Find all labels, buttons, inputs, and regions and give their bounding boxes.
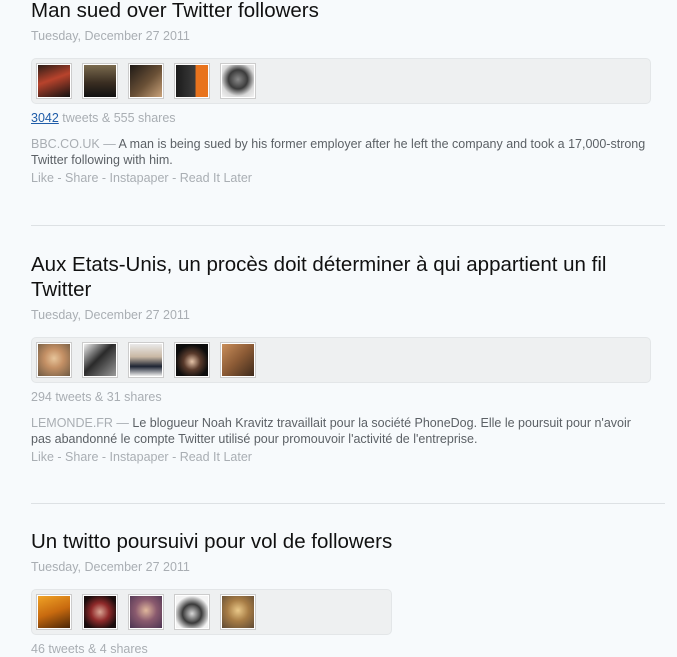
sharer-avatar[interactable]	[174, 594, 210, 630]
share-link[interactable]: Share	[65, 171, 98, 185]
story-headline[interactable]: Man sued over Twitter followers	[31, 0, 651, 23]
story-summary: BBC.CO.UK — A man is being sued by his f…	[31, 136, 651, 168]
story-3: Un twitto poursuivi pour vol de follower…	[31, 529, 393, 657]
sharer-avatar[interactable]	[82, 594, 118, 630]
source-dash: —	[99, 137, 119, 151]
separator: -	[98, 171, 110, 185]
story-actions: Like - Share - Instapaper - Read It Late…	[31, 170, 651, 186]
sharer-avatar[interactable]	[36, 63, 72, 99]
sharers-avatar-strip	[31, 589, 393, 635]
separator: -	[53, 171, 66, 185]
sharer-avatar[interactable]	[82, 342, 118, 378]
separator: -	[168, 171, 180, 185]
share-stats: 46 tweets & 4 shares	[31, 642, 148, 656]
story-source: BBC.CO.UK	[31, 137, 100, 151]
share-link[interactable]: Share	[65, 450, 98, 464]
sharer-avatar[interactable]	[36, 342, 72, 378]
sharer-avatar[interactable]	[128, 594, 164, 630]
source-dash: —	[112, 416, 133, 430]
story-date: Tuesday, December 27 2011	[31, 308, 190, 322]
summary-text: A man is being sued by his former employ…	[31, 137, 646, 167]
sharer-avatar[interactable]	[220, 63, 256, 99]
tweets-shares-text: tweets & 555 shares	[58, 111, 176, 125]
sharer-avatar[interactable]	[220, 342, 256, 378]
story-actions: Like - Share - Instapaper - Read It Late…	[31, 449, 651, 465]
story-divider	[31, 503, 665, 504]
sharer-avatar[interactable]	[82, 63, 118, 99]
read-it-later-link[interactable]: Read It Later	[180, 450, 252, 464]
sharer-avatar[interactable]	[128, 342, 164, 378]
story-headline[interactable]: Un twitto poursuivi pour vol de follower…	[31, 529, 392, 554]
sharer-avatar[interactable]	[174, 63, 210, 99]
sharer-avatar[interactable]	[128, 63, 164, 99]
instapaper-link[interactable]: Instapaper	[110, 171, 169, 185]
story-date: Tuesday, December 27 2011	[31, 29, 190, 43]
story-summary: LEMONDE.FR — Le blogueur Noah Kravitz tr…	[31, 415, 651, 447]
story-2: Aux Etats-Unis, un procès doit détermine…	[31, 252, 651, 465]
separator: -	[168, 450, 180, 464]
sharer-avatar[interactable]	[174, 342, 210, 378]
sharers-avatar-strip	[31, 337, 651, 383]
separator: -	[98, 450, 110, 464]
sharer-avatar[interactable]	[36, 594, 72, 630]
story-source: LEMONDE.FR	[31, 416, 113, 430]
story-divider	[31, 225, 665, 226]
share-stats: 3042 tweets & 555 shares	[31, 110, 651, 126]
like-link[interactable]: Like	[31, 171, 54, 185]
story-date: Tuesday, December 27 2011	[31, 560, 190, 574]
instapaper-link[interactable]: Instapaper	[110, 450, 169, 464]
story-headline[interactable]: Aux Etats-Unis, un procès doit détermine…	[31, 252, 651, 302]
share-stats: 294 tweets & 31 shares	[31, 390, 162, 404]
sharer-avatar[interactable]	[220, 594, 256, 630]
separator: -	[53, 450, 66, 464]
tweets-count-link[interactable]: 3042	[31, 111, 59, 125]
read-it-later-link[interactable]: Read It Later	[180, 171, 252, 185]
sharers-avatar-strip	[31, 58, 651, 104]
like-link[interactable]: Like	[31, 450, 54, 464]
story-1: Man sued over Twitter followers Tuesday,…	[31, 0, 651, 186]
